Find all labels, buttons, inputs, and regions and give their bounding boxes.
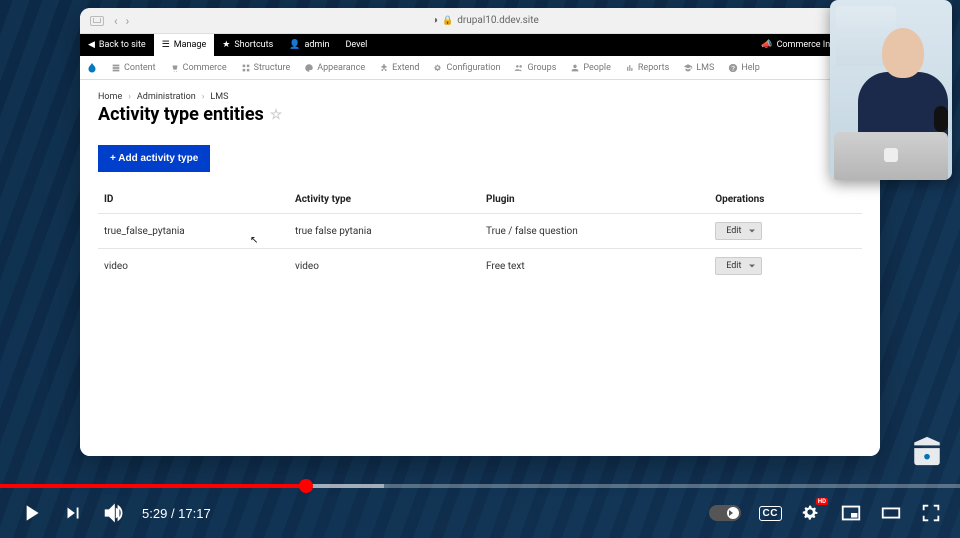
toolbar-lms[interactable]: LMS (676, 56, 721, 79)
devel-label: Devel (345, 40, 367, 50)
toolbar-help[interactable]: Help (721, 56, 766, 79)
admin-label: admin (304, 40, 329, 50)
col-id: ID (98, 186, 289, 214)
activity-type-table: ID Activity type Plugin Operations true_… (98, 186, 862, 283)
col-plugin: Plugin (480, 186, 709, 214)
cell-plugin: Free text (480, 249, 709, 284)
add-activity-type-button[interactable]: + Add activity type (98, 145, 210, 172)
toolbar-groups[interactable]: Groups (507, 56, 563, 79)
cell-type: video (289, 249, 480, 284)
hd-badge: HD (816, 498, 828, 505)
toolbar-extend[interactable]: Extend (372, 56, 426, 79)
url-text: drupal10.ddev.site (457, 15, 539, 26)
back-to-site-label: Back to site (99, 40, 146, 50)
admin-user-button[interactable]: 👤 admin (281, 34, 337, 56)
breadcrumb-admin[interactable]: Administration (137, 92, 196, 102)
back-to-site-button[interactable]: ◀ Back to site (80, 34, 154, 56)
edit-dropdown-button[interactable]: Edit (715, 257, 762, 275)
shield-icon: ◑ (432, 15, 438, 26)
breadcrumb: Home › Administration › LMS (98, 92, 862, 102)
drupal-admin-bar: ◀ Back to site ☰ Manage ★ Shortcuts 👤 ad… (80, 34, 880, 56)
manage-button[interactable]: ☰ Manage (154, 34, 215, 56)
volume-button[interactable] (102, 502, 124, 524)
manage-label: Manage (174, 40, 206, 50)
hamburger-icon: ☰ (162, 40, 170, 50)
browser-chrome: ‹ › ◑ 🔒 drupal10.ddev.site ⟳ ⇪ (80, 8, 880, 34)
play-button[interactable] (18, 500, 44, 526)
channel-watermark-icon[interactable] (910, 434, 944, 468)
cell-type: true false pytania (289, 214, 480, 249)
col-ops: Operations (709, 186, 862, 214)
back-arrow-icon: ◀ (88, 40, 95, 50)
user-icon: 👤 (289, 40, 300, 50)
cell-plugin: True / false question (480, 214, 709, 249)
toolbar-configuration[interactable]: Configuration (426, 56, 507, 79)
captions-button[interactable]: CC (759, 506, 782, 521)
sidebar-toggle-icon[interactable] (90, 16, 104, 26)
theater-mode-button[interactable] (880, 502, 902, 524)
shortcuts-label: Shortcuts (234, 40, 273, 50)
fullscreen-button[interactable] (920, 502, 942, 524)
devel-button[interactable]: Devel (337, 34, 375, 56)
edit-dropdown-button[interactable]: Edit (715, 222, 762, 240)
cell-id: video (98, 249, 289, 284)
toolbar-reports[interactable]: Reports (618, 56, 676, 79)
video-player-controls: 5:29 / 17:17 CC HD (0, 488, 960, 538)
breadcrumb-lms[interactable]: LMS (210, 92, 228, 102)
current-time: 5:29 (142, 506, 167, 521)
mouse-cursor-icon: ↖ (250, 235, 258, 246)
page-title: Activity type entities ☆ (98, 104, 862, 125)
table-row: true_false_pytania true false pytania Tr… (98, 214, 862, 249)
megaphone-icon: 📣 (761, 40, 772, 50)
cell-id: true_false_pytania (98, 214, 289, 249)
page-title-text: Activity type entities (98, 104, 264, 125)
autoplay-toggle[interactable] (709, 505, 741, 521)
browser-nav: ‹ › (114, 14, 129, 28)
page-content: Home › Administration › LMS Activity typ… (80, 80, 880, 456)
toolbar-content[interactable]: Content (104, 56, 163, 79)
back-icon[interactable]: ‹ (114, 14, 118, 28)
drupal-logo[interactable] (80, 56, 104, 79)
shortcuts-button[interactable]: ★ Shortcuts (214, 34, 281, 56)
toolbar-commerce[interactable]: Commerce (163, 56, 234, 79)
next-button[interactable] (62, 502, 84, 524)
breadcrumb-home[interactable]: Home (98, 92, 122, 102)
toolbar-people[interactable]: People (563, 56, 618, 79)
toolbar-appearance[interactable]: Appearance (297, 56, 372, 79)
favorite-star-icon[interactable]: ☆ (270, 107, 283, 123)
settings-button[interactable]: HD (800, 502, 822, 524)
webcam-overlay (830, 0, 952, 180)
col-type: Activity type (289, 186, 480, 214)
miniplayer-button[interactable] (840, 502, 862, 524)
table-row: video video Free text Edit (98, 249, 862, 284)
browser-window: ‹ › ◑ 🔒 drupal10.ddev.site ⟳ ⇪ ◀ Back to… (80, 8, 880, 456)
toolbar-structure[interactable]: Structure (234, 56, 298, 79)
drupal-toolbar: Content Commerce Structure Appearance Ex… (80, 56, 880, 80)
duration: 17:17 (178, 506, 211, 521)
star-icon: ★ (222, 40, 230, 50)
forward-icon[interactable]: › (126, 14, 130, 28)
time-display: 5:29 / 17:17 (142, 506, 211, 521)
url-bar[interactable]: ◑ 🔒 drupal10.ddev.site (139, 15, 831, 26)
lock-icon: 🔒 (442, 16, 453, 26)
